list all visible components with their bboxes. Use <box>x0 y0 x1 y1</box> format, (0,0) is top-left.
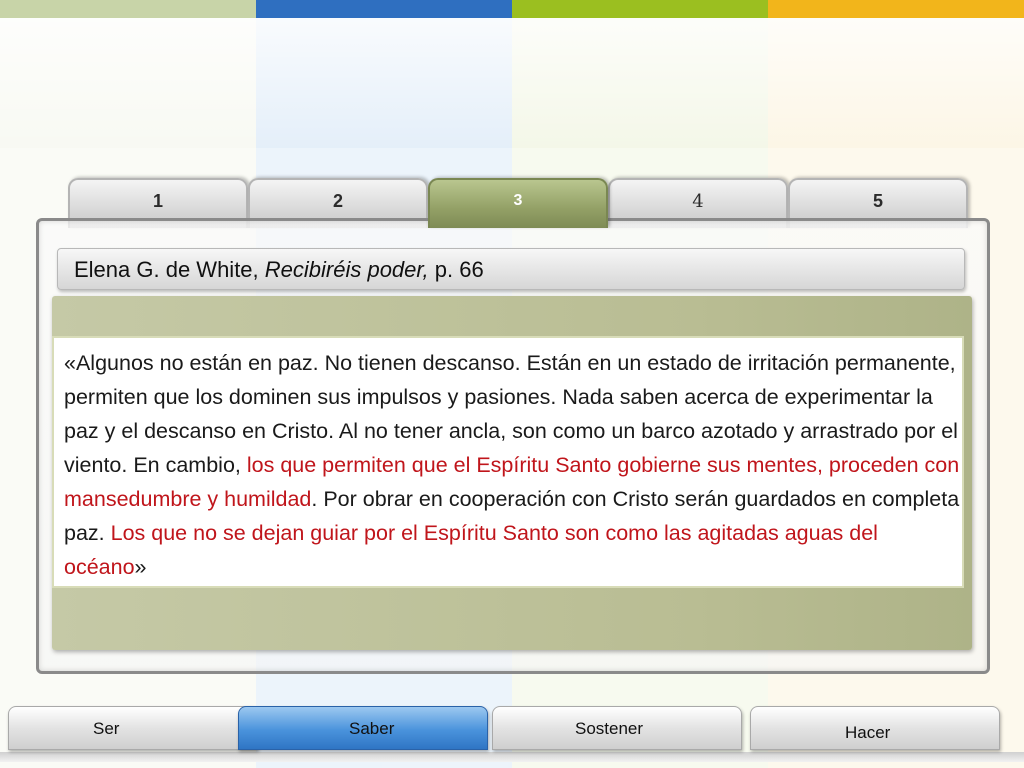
tab-3[interactable]: 3 <box>428 178 608 228</box>
bottom-navigation: Ser Saber Sostener Hacer <box>0 700 1024 768</box>
background-wash-top <box>0 18 1024 148</box>
nav-button-ser[interactable]: Ser <box>8 706 258 750</box>
quote-box: «Algunos no están en paz. No tienen desc… <box>52 336 964 588</box>
quote-part-3: » <box>134 555 147 579</box>
nav-label: Saber <box>349 719 395 738</box>
nav-button-saber[interactable]: Saber <box>238 706 488 750</box>
nav-label: Sostener <box>575 719 644 738</box>
tab-label: 2 <box>332 190 343 211</box>
source-citation: Elena G. de White, Recibiréis poder, p. … <box>74 257 484 283</box>
stripe-2 <box>256 0 512 18</box>
nav-label: Ser <box>93 719 120 738</box>
color-stripe-bar <box>0 0 1024 18</box>
stripe-1 <box>0 0 256 18</box>
source-book-title: Recibiréis poder, <box>264 257 429 282</box>
stripe-3 <box>512 0 768 18</box>
tab-label: 4 <box>692 190 704 212</box>
quote-text: «Algunos no están en paz. No tienen desc… <box>64 346 964 584</box>
tab-label: 1 <box>152 190 163 211</box>
source-page: p. 66 <box>428 257 484 282</box>
nav-button-hacer[interactable]: Hacer <box>750 706 1000 750</box>
nav-label: Hacer <box>845 723 891 742</box>
source-citation-bar: Elena G. de White, Recibiréis poder, p. … <box>57 248 965 290</box>
quote-highlight-2: Los que no se dejan guiar por el Espírit… <box>64 521 878 579</box>
nav-button-sostener[interactable]: Sostener <box>492 706 742 750</box>
source-author: Elena G. de White, <box>74 257 265 282</box>
tab-label: 3 <box>513 192 523 209</box>
tab-label: 5 <box>872 190 883 211</box>
nav-baseline <box>0 752 1024 762</box>
stripe-4 <box>768 0 1024 18</box>
